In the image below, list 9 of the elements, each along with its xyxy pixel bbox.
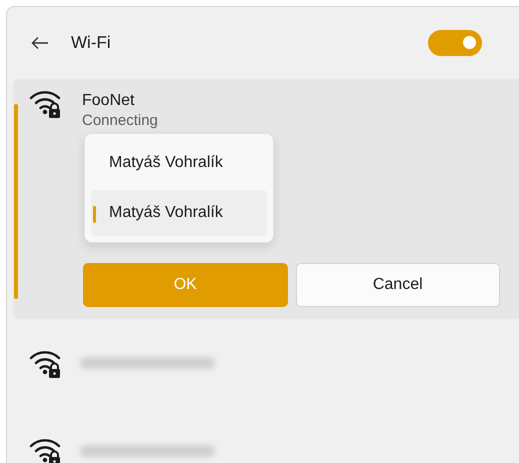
panel-title: Wi-Fi: [71, 33, 111, 53]
network-card[interactable]: FooNet Connecting Matyáš Vohralík Matyáš Vohralík OK Cancel: [13, 79, 519, 319]
wifi-toggle[interactable]: [428, 30, 482, 56]
cancel-button[interactable]: Cancel: [296, 263, 500, 307]
account-option[interactable]: Matyáš Vohralík: [91, 190, 267, 236]
back-arrow-icon[interactable]: [31, 36, 49, 50]
account-option[interactable]: Matyáš Vohralík: [91, 140, 267, 186]
network-status: Connecting: [82, 111, 158, 131]
network-name: FooNet: [82, 91, 136, 111]
